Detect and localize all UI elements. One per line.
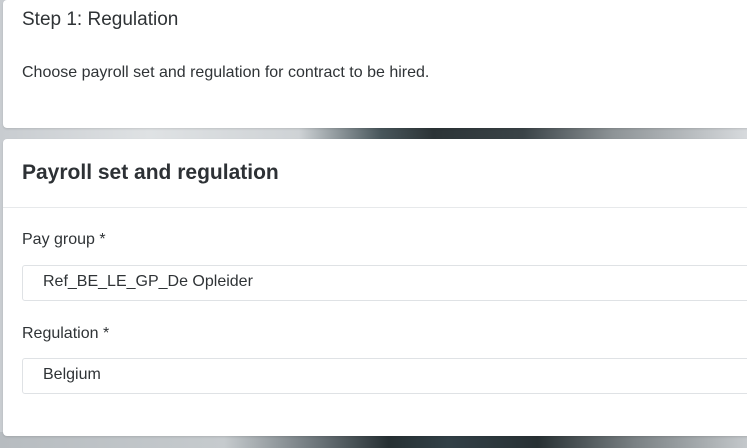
step-title: Step 1: Regulation — [22, 9, 179, 30]
pay-group-value: Ref_BE_LE_GP_De Opleider — [43, 273, 253, 290]
form-title: Payroll set and regulation — [22, 161, 279, 184]
step-description: Choose payroll set and regulation for co… — [22, 64, 430, 81]
pay-group-field[interactable]: Ref_BE_LE_GP_De Opleider — [22, 265, 747, 301]
step-card: Step 1: Regulation Choose payroll set an… — [3, 0, 747, 128]
payroll-form-card: Payroll set and regulation Pay group * R… — [3, 139, 747, 436]
form-header: Payroll set and regulation — [3, 139, 747, 208]
regulation-label: Regulation * — [22, 325, 110, 342]
pay-group-label: Pay group * — [22, 231, 106, 248]
regulation-value: Belgium — [43, 366, 101, 383]
regulation-field[interactable]: Belgium — [22, 358, 747, 394]
